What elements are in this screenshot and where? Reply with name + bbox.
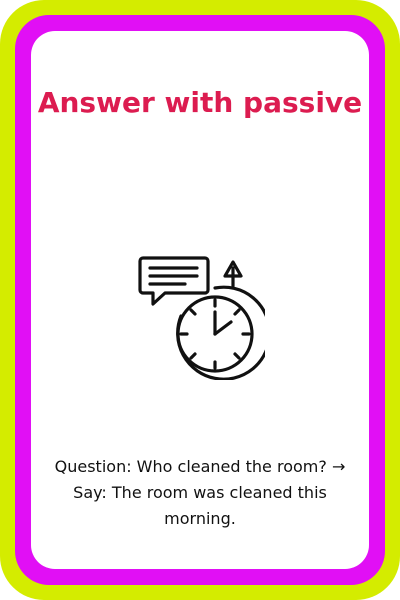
card-title: Answer with passive [37, 86, 363, 119]
chat-clock-icon [135, 250, 265, 380]
card-body-text: Question: Who cleaned the room? → Say: T… [54, 457, 346, 528]
